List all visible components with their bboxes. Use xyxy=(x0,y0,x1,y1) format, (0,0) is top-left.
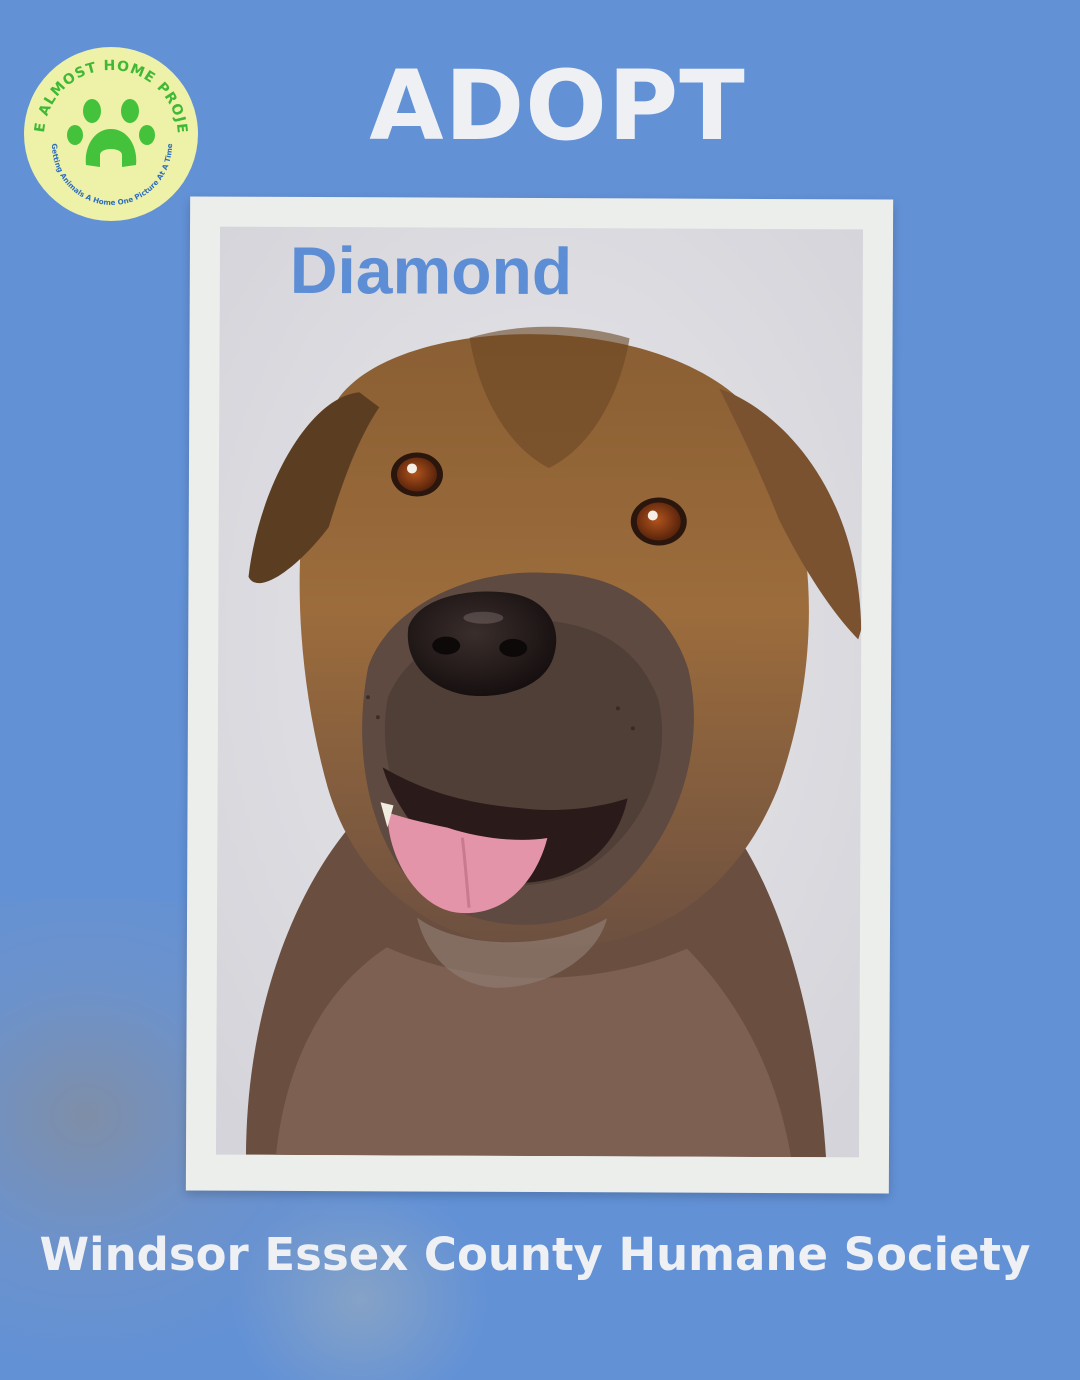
photo-frame: Diamond xyxy=(185,196,894,1194)
pet-name: Diamond xyxy=(289,232,573,309)
organization-name: Windsor Essex County Humane Society xyxy=(39,1228,1031,1281)
page-title: ADOPT xyxy=(369,50,746,162)
pet-photo: Diamond xyxy=(215,226,864,1158)
dog-portrait-icon xyxy=(215,226,864,1158)
